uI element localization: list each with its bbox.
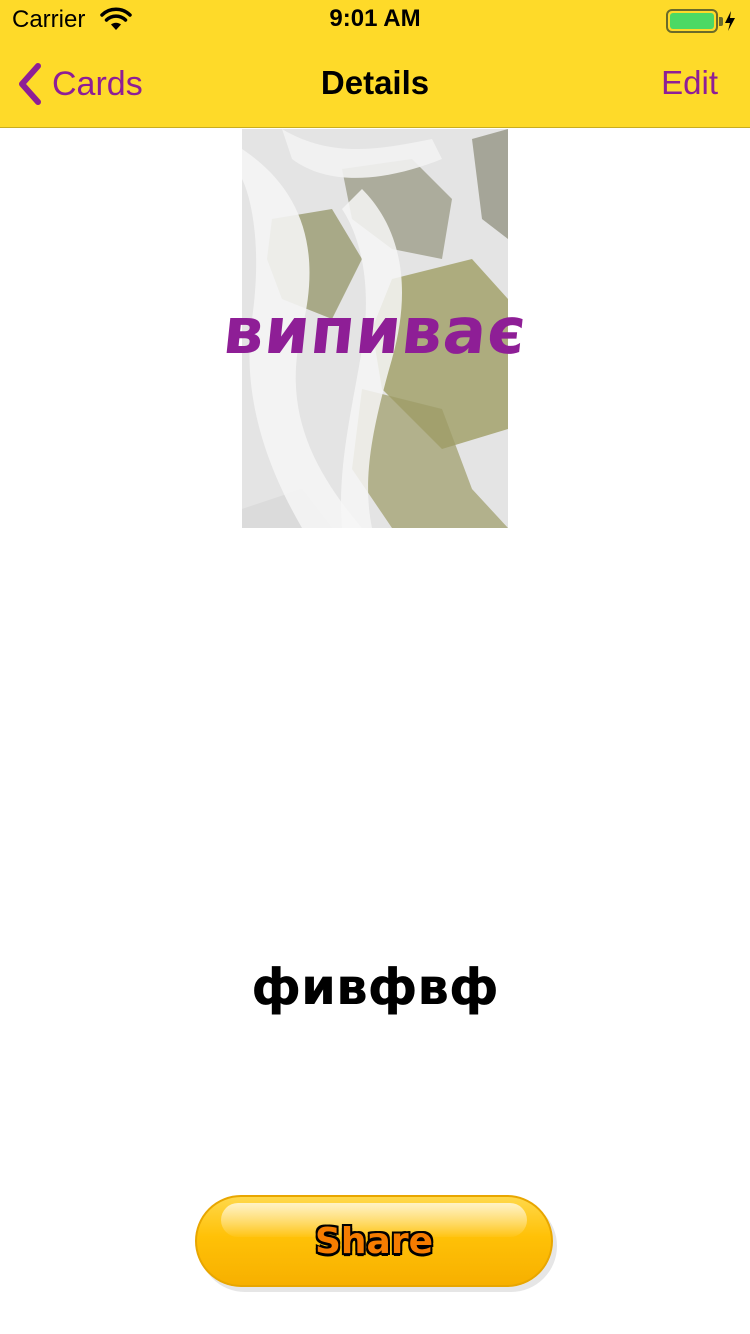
page-title: Details <box>320 64 430 101</box>
clock: 9:01 AM <box>329 5 421 32</box>
share-button-label: Share <box>314 1221 434 1262</box>
share-button[interactable]: Share <box>195 1195 553 1287</box>
battery-icon <box>666 8 736 34</box>
status-bar: Carrier 9:01 AM <box>0 0 750 40</box>
edit-button[interactable]: Edit <box>661 64 718 102</box>
charging-bolt-icon <box>725 11 735 31</box>
navigation-bar: Cards Details Edit <box>0 40 750 128</box>
card-word: випиває <box>219 295 531 369</box>
card-translation: фивфвф <box>251 958 499 1016</box>
